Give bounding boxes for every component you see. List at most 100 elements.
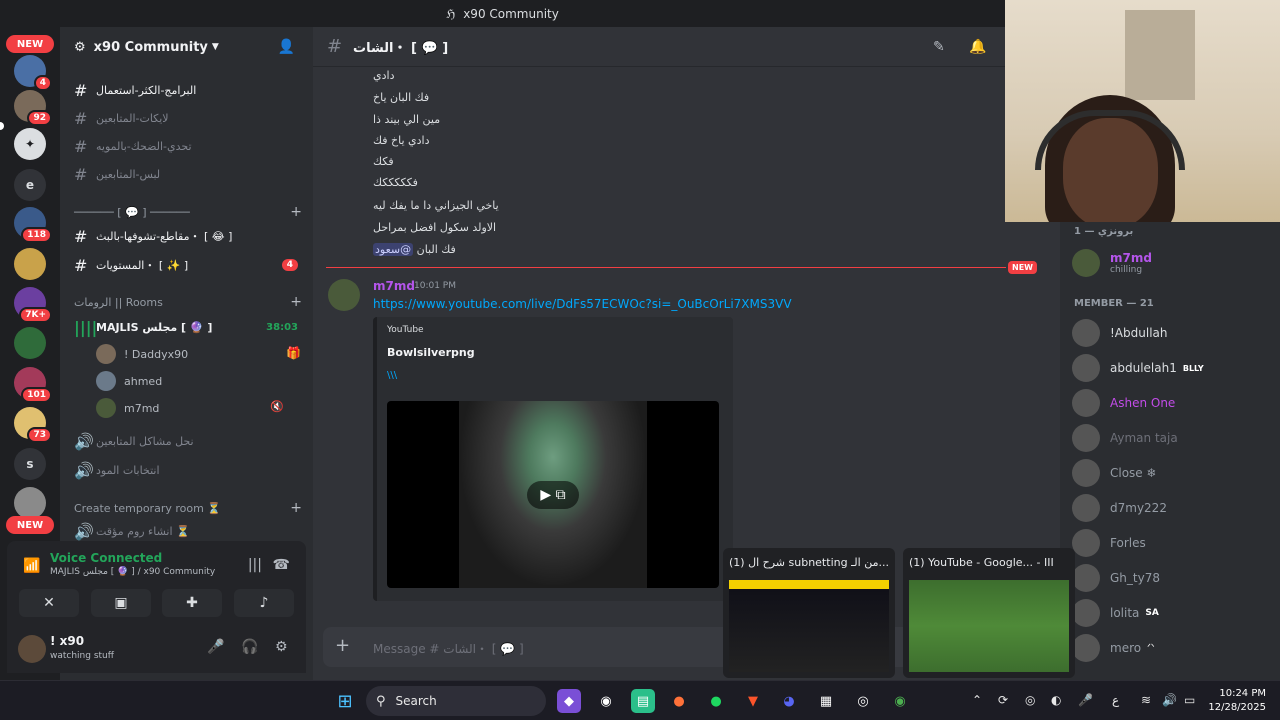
chrome-icon[interactable]: ◉: [888, 689, 912, 713]
hash-icon: #: [74, 136, 88, 156]
discord-icon[interactable]: ✦: [14, 128, 46, 160]
voice-channel[interactable]: |||| MAJLIS مجلس [ 🔮 ] 38:03: [74, 316, 304, 338]
member-list: برونزي — 1 m7md chilling MEMBER — 21 !Ab…: [1060, 222, 1280, 680]
soundboard-button[interactable]: ♪: [234, 589, 294, 617]
member-item[interactable]: d7my222: [1072, 491, 1272, 525]
play-icon[interactable]: ▶ ⧉: [527, 481, 579, 509]
window-preview[interactable]: (1) شرح ال subnetting من الـ...: [723, 548, 895, 678]
channel-item[interactable]: # لبس-المتابعين: [74, 163, 304, 185]
voice-channel[interactable]: 🔊 نحل مشاكل المتابعين: [74, 430, 304, 452]
microphone-tray-icon[interactable]: 🎤: [1078, 693, 1093, 707]
invite-icon[interactable]: 👤: [278, 39, 295, 55]
hash-icon: #: [327, 36, 343, 57]
server-icon[interactable]: [14, 487, 46, 519]
battery-icon[interactable]: ▭: [1184, 693, 1195, 707]
channel-item[interactable]: # المستويات・ [ ✨ ] 4: [74, 254, 304, 276]
server-icon[interactable]: [14, 248, 46, 280]
channel-category[interactable]: ────── [ 💬 ] ────── +: [74, 203, 304, 221]
discord-taskbar-icon[interactable]: ◕: [777, 689, 801, 713]
copilot-icon[interactable]: ◆: [557, 689, 581, 713]
user-avatar[interactable]: [18, 635, 46, 663]
tray-icon[interactable]: ⟳: [998, 693, 1008, 707]
server-icon[interactable]: s: [14, 448, 46, 480]
microphone-icon[interactable]: 🎤: [207, 639, 224, 655]
add-channel-icon[interactable]: +: [290, 294, 302, 310]
camera-off-button[interactable]: ✕: [19, 589, 79, 617]
member-item[interactable]: !Abdullah: [1072, 316, 1272, 350]
server-icon[interactable]: 7K+: [14, 287, 52, 323]
member-item[interactable]: Ayman taja: [1072, 421, 1272, 455]
server-icon[interactable]: [14, 327, 46, 359]
app-icon[interactable]: ◎: [851, 689, 875, 713]
chevron-up-icon[interactable]: ⌃: [972, 693, 982, 707]
gift-icon: 🎁: [286, 346, 301, 360]
member-item[interactable]: Gh_ty78: [1072, 561, 1272, 595]
server-icon[interactable]: 101: [14, 367, 52, 403]
attach-plus-icon[interactable]: +: [335, 635, 350, 656]
member-item[interactable]: m7md chilling: [1072, 246, 1272, 280]
steam-icon[interactable]: ◐: [1051, 693, 1061, 707]
video-thumbnail[interactable]: ▶ ⧉: [387, 401, 719, 588]
headphones-icon[interactable]: 🎧: [241, 639, 258, 655]
channel-item[interactable]: # تحدي-الضحك-بالمويه: [74, 135, 304, 157]
notification-bell-icon[interactable]: 🔔: [969, 39, 986, 55]
member-item[interactable]: Close ❄: [1072, 456, 1272, 490]
guild-header[interactable]: ⚙ x90 Community ▼ 👤: [60, 27, 313, 67]
wifi-icon[interactable]: ≋: [1141, 693, 1151, 707]
voice-status[interactable]: Voice Connected: [50, 551, 162, 565]
app-icon[interactable]: ▦: [814, 689, 838, 713]
screen-share-button[interactable]: ▣: [91, 589, 151, 617]
brave-icon[interactable]: ▼: [741, 689, 765, 713]
member-item[interactable]: Ashen One: [1072, 386, 1272, 420]
channel-category[interactable]: Create temporary room ⏳ +: [74, 499, 304, 517]
app-icon[interactable]: ▤: [631, 689, 655, 713]
window-preview[interactable]: (1) YouTube - Google... - III: [903, 548, 1075, 678]
add-channel-icon[interactable]: +: [290, 204, 302, 220]
member-item[interactable]: lolita SA: [1072, 596, 1272, 630]
settings-gear-icon[interactable]: ⚙: [275, 639, 288, 655]
member-item[interactable]: mero ᐟᐠ: [1072, 631, 1272, 665]
threads-icon[interactable]: ✎: [933, 39, 945, 55]
voice-location[interactable]: MAJLIS مجلس [ 🔮 ] / x90 Community: [50, 567, 215, 577]
channel-item[interactable]: # البرامج-الكثر-استعمال: [74, 79, 304, 101]
new-pill[interactable]: NEW: [6, 516, 54, 534]
voice-channel[interactable]: 🔊 انشاء روم مؤقت ⏳: [74, 520, 304, 542]
voice-user[interactable]: m7md: [96, 396, 159, 420]
message-line: فكك: [373, 155, 394, 168]
system-clock[interactable]: 10:24 PM 12/28/2025: [1208, 687, 1266, 715]
activities-button[interactable]: ✚: [162, 589, 222, 617]
message-line: ياخي الجيزاني دا ما يفك ليه: [373, 199, 499, 212]
spotify-icon[interactable]: ●: [704, 689, 728, 713]
embed-title[interactable]: Bowlsilverpng: [387, 346, 475, 359]
input-language[interactable]: ع: [1112, 693, 1119, 707]
taskbar-search[interactable]: ⚲ Search: [366, 686, 546, 716]
username[interactable]: ! x90: [50, 634, 84, 648]
server-icon[interactable]: 118: [14, 207, 52, 243]
new-pill[interactable]: NEW: [6, 35, 54, 53]
disconnect-icon[interactable]: ☎: [273, 557, 290, 573]
voice-channel[interactable]: 🔊 انتخابات المود: [74, 459, 304, 481]
noise-suppression-icon[interactable]: |||: [248, 557, 262, 573]
message-line: مين الي بيند ذا: [373, 113, 441, 126]
channel-item[interactable]: # لايكات-المتابعين: [74, 107, 304, 129]
tray-icon[interactable]: ◎: [1025, 693, 1035, 707]
volume-icon[interactable]: 🔊: [1162, 693, 1177, 707]
member-item[interactable]: Forles: [1072, 526, 1272, 560]
obs-icon[interactable]: ◉: [594, 689, 618, 713]
server-icon[interactable]: 92: [14, 90, 52, 126]
message-author[interactable]: m7md: [373, 279, 415, 293]
server-icon[interactable]: 4: [14, 55, 52, 91]
member-item[interactable]: abdulelah1 BLLY: [1072, 351, 1272, 385]
message-link[interactable]: https://www.youtube.com/live/DdFs57ECWOc…: [373, 297, 792, 311]
voice-user[interactable]: ahmed: [96, 369, 162, 393]
windows-start-icon[interactable]: ⊞: [333, 689, 357, 713]
add-channel-icon[interactable]: +: [290, 500, 302, 516]
avatar[interactable]: [328, 279, 360, 311]
firefox-icon[interactable]: ●: [667, 689, 691, 713]
channel-category[interactable]: الرومات || Rooms +: [74, 293, 304, 311]
server-icon[interactable]: 73: [14, 407, 52, 443]
user-mention[interactable]: @سعود: [373, 243, 414, 256]
channel-item[interactable]: # مقاطع-تشوفها-بالبث・ [ 😂 ]: [74, 225, 304, 247]
voice-user[interactable]: ! Daddyx90: [96, 342, 188, 366]
server-icon[interactable]: e: [14, 169, 46, 201]
